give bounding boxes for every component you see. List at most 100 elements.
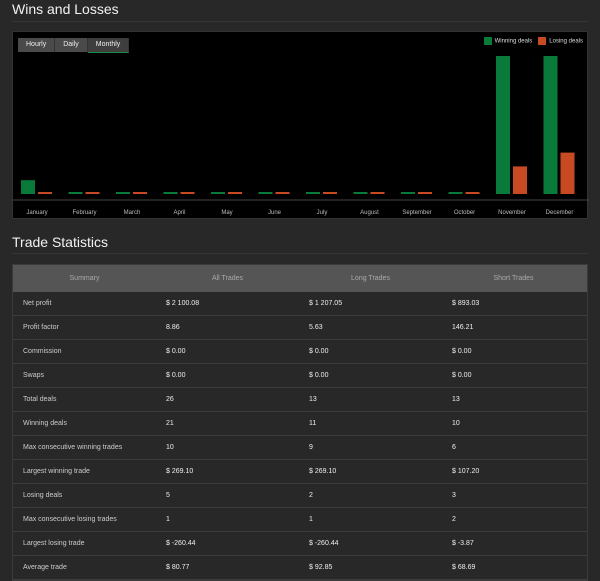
losing-bar-may[interactable]: [228, 192, 242, 194]
table-row: Winning deals 21 11 10: [13, 412, 587, 436]
losing-bar-february[interactable]: [85, 192, 100, 194]
table-header: Summary All Trades Long Trades Short Tra…: [13, 265, 587, 292]
table-row: Net profit $ 2 100.08 $ 1 207.05 $ 893.03: [13, 292, 587, 316]
header-summary: Summary: [69, 275, 100, 282]
cell-value: 1: [309, 516, 313, 523]
cell-value: 10: [166, 444, 174, 451]
row-label: Winning deals: [23, 420, 67, 427]
losing-bar-august[interactable]: [370, 192, 385, 194]
cell-value: $ -260.44: [309, 540, 339, 547]
winning-bar-october[interactable]: [448, 192, 463, 194]
chart-legend: Winning deals Losing deals: [483, 37, 583, 45]
period-toggle: Hourly Daily Monthly: [18, 38, 130, 53]
table-row: Losing deals 5 2 3: [13, 484, 587, 508]
cell-value: $ 2 100.08: [166, 300, 200, 307]
cell-value: 2: [452, 516, 456, 523]
header-all-trades: All Trades: [211, 275, 244, 282]
x-tick-label: September: [402, 210, 431, 216]
row-label: Max consecutive winning trades: [23, 444, 123, 451]
winning-bar-june[interactable]: [258, 192, 273, 194]
row-label: Commission: [23, 348, 62, 355]
cell-value: 2: [309, 492, 313, 499]
legend-winning[interactable]: Winning deals: [483, 37, 533, 45]
trade-statistics-table: Summary All Trades Long Trades Short Tra…: [12, 264, 588, 581]
winning-bar-december[interactable]: [543, 56, 558, 194]
row-label: Losing deals: [23, 492, 63, 499]
cell-value: 6: [452, 444, 456, 451]
cell-value: $ 0.00: [166, 348, 186, 355]
cell-value: 11: [309, 420, 317, 427]
cell-value: 8.86: [166, 324, 180, 331]
cell-value: $ 80.77: [166, 564, 190, 571]
cell-value: $ 0.00: [452, 372, 472, 379]
trade-statistics-title: Trade Statistics: [12, 234, 108, 250]
legend-losing[interactable]: Losing deals: [538, 37, 583, 45]
header-long-trades: Long Trades: [351, 275, 390, 282]
winning-bar-september[interactable]: [401, 192, 415, 194]
row-label: Total deals: [23, 396, 57, 403]
row-label: Swaps: [23, 372, 45, 379]
winning-bar-july[interactable]: [306, 192, 320, 194]
losing-bar-december[interactable]: [560, 152, 575, 194]
cell-value: $ 893.03: [452, 300, 480, 307]
cell-value: 21: [166, 420, 174, 427]
winning-bar-may[interactable]: [211, 192, 225, 194]
table-row: Average trade $ 80.77 $ 92.85 $ 68.69: [13, 556, 587, 580]
cell-value: $ 1 207.05: [309, 300, 343, 307]
winning-bar-august[interactable]: [353, 192, 368, 194]
losing-bar-november[interactable]: [513, 166, 527, 194]
x-tick-label: December: [546, 210, 574, 216]
cell-value: $ 269.10: [309, 468, 337, 475]
winning-bar-april[interactable]: [163, 192, 178, 194]
x-tick-label: February: [72, 210, 96, 216]
wins-losses-title: Wins and Losses: [12, 1, 119, 17]
chart-canvas: January February March April May June July Augu…: [13, 56, 589, 216]
losing-bar-april[interactable]: [180, 192, 195, 194]
legend-label: Losing deals: [549, 38, 583, 45]
cell-value: $ 107.20: [452, 468, 480, 475]
x-tick-label: January: [26, 210, 47, 216]
table-row: Profit factor 8.86 5.63 146.21: [13, 316, 587, 340]
x-tick-label: May: [221, 210, 232, 216]
monthly-button[interactable]: Monthly: [87, 38, 130, 53]
legend-label: Winning deals: [494, 38, 533, 45]
table-row: Largest winning trade $ 269.10 $ 269.10 $ 1…: [13, 460, 587, 484]
hourly-button[interactable]: Hourly: [18, 38, 56, 52]
losing-bar-september[interactable]: [418, 192, 432, 194]
row-label: Average trade: [23, 564, 67, 571]
row-label: Max consecutive losing trades: [23, 516, 117, 523]
cell-value: 9: [309, 444, 313, 451]
winning-bar-march[interactable]: [116, 192, 130, 194]
cell-value: $ 269.10: [166, 468, 194, 475]
losing-bar-march[interactable]: [133, 192, 147, 194]
divider: [12, 253, 588, 254]
row-label: Largest winning trade: [23, 468, 90, 475]
losing-bar-january[interactable]: [38, 192, 52, 194]
winning-bar-november[interactable]: [496, 56, 510, 194]
legend-swatch-losing: [538, 37, 547, 45]
row-label: Largest losing trade: [23, 540, 85, 547]
winning-bar-february[interactable]: [68, 192, 83, 194]
table-row: Largest losing trade $ -260.44 $ -260.44 $ …: [13, 532, 587, 556]
cell-value: $ 0.00: [309, 348, 329, 355]
x-tick-label: July: [317, 210, 328, 216]
x-tick-label: March: [124, 210, 141, 216]
cell-value: 26: [166, 396, 174, 403]
table-row: Max consecutive losing trades 1 1 2: [13, 508, 587, 532]
winning-bar-january[interactable]: [21, 180, 35, 194]
cell-value: $ 68.69: [452, 564, 476, 571]
x-tick-label: November: [498, 210, 526, 216]
table-row: Swaps $ 0.00 $ 0.00 $ 0.00: [13, 364, 587, 388]
cell-value: 3: [452, 492, 456, 499]
table-row: Max consecutive winning trades 10 9 6: [13, 436, 587, 460]
daily-button[interactable]: Daily: [55, 38, 88, 52]
losing-bar-october[interactable]: [465, 192, 480, 194]
cell-value: 13: [452, 396, 460, 403]
row-label: Profit factor: [23, 324, 59, 331]
cell-value: 1: [166, 516, 170, 523]
losing-bar-july[interactable]: [323, 192, 337, 194]
row-label: Net profit: [23, 300, 52, 307]
cell-value: $ 0.00: [452, 348, 472, 355]
legend-swatch-winning: [483, 37, 492, 45]
losing-bar-june[interactable]: [275, 192, 290, 194]
